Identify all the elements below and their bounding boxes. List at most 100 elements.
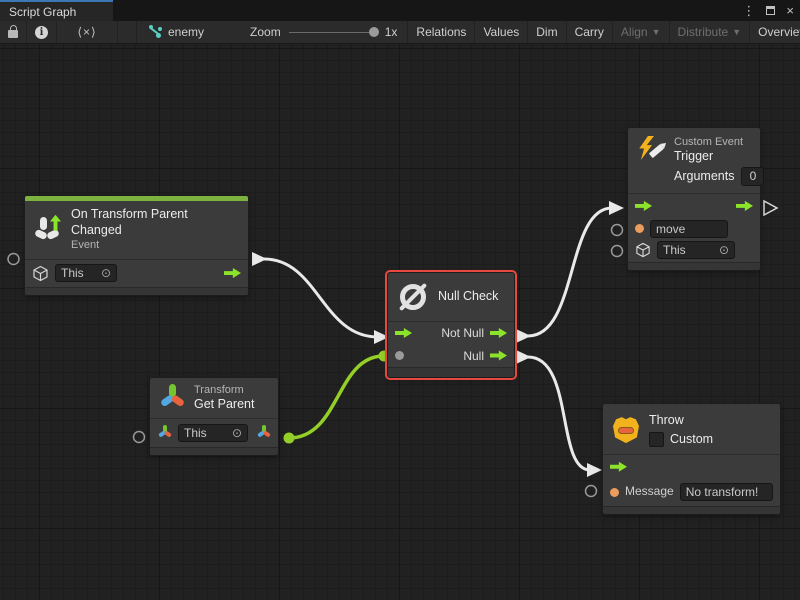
wire-start-arrow[interactable] — [252, 252, 267, 266]
window-controls: ⋮ × — [742, 0, 794, 21]
node-get-parent[interactable]: Transform Get Parent This ⊙ — [150, 378, 278, 455]
not-null-output-port[interactable] — [490, 328, 507, 339]
flow-input-port[interactable] — [610, 461, 627, 472]
node-title: Get Parent — [194, 397, 254, 413]
gameobject-cube-icon — [32, 265, 49, 282]
toolbar-spacer — [118, 21, 137, 43]
this-field[interactable]: This ⊙ — [178, 424, 248, 442]
close-icon[interactable]: × — [786, 4, 794, 17]
node-category: Custom Event — [674, 135, 764, 149]
flow-output-port[interactable] — [224, 268, 241, 279]
graph-icon — [149, 25, 163, 39]
message-label: Message — [625, 484, 674, 500]
wire-getparent-to-nullcheck[interactable] — [289, 356, 384, 438]
tab-script-graph[interactable]: Script Graph — [0, 0, 113, 21]
node-title: On Transform Parent Changed — [71, 207, 240, 238]
zoom-slider[interactable] — [289, 32, 377, 33]
null-check-icon — [396, 280, 430, 314]
wire-end-arrow — [609, 201, 624, 215]
lock-button[interactable] — [0, 21, 27, 43]
message-field[interactable]: No transform! — [680, 483, 773, 501]
arguments-label: Arguments — [674, 169, 734, 185]
node-title: Throw — [649, 413, 713, 429]
flow-output-port[interactable] — [736, 200, 753, 211]
toolbar-button-values[interactable]: Values — [474, 21, 527, 43]
custom-label: Custom — [670, 432, 713, 448]
port-ring-trigger-name[interactable] — [612, 225, 623, 236]
chevron-down-icon: ▼ — [732, 27, 741, 37]
port-ring-trigger-target[interactable] — [612, 246, 623, 257]
string-input-port[interactable] — [635, 224, 644, 233]
node-footer — [150, 447, 278, 455]
wire-notnull-to-trigger[interactable] — [528, 208, 612, 336]
node-footer — [388, 367, 514, 377]
node-footer — [628, 262, 760, 270]
wire-start-arrow[interactable] — [516, 350, 531, 364]
info-button[interactable]: i — [27, 21, 57, 43]
flow-input-port[interactable] — [395, 328, 412, 339]
lock-icon — [8, 30, 18, 38]
node-throw[interactable]: Throw Custom Message No transform! — [603, 404, 780, 514]
toolbar-button-align[interactable]: Align▼ — [612, 21, 669, 43]
toolbar-button-overview[interactable]: Overview — [749, 21, 800, 43]
throw-error-icon — [611, 415, 641, 445]
wire-end-arrow — [587, 463, 602, 477]
graph-name: enemy — [168, 25, 204, 39]
port-ring-getparent-this[interactable] — [134, 432, 145, 443]
node-null-check[interactable]: Null Check Not Null Null — [388, 273, 514, 377]
tab-title: Script Graph — [9, 5, 76, 19]
transform-input-port[interactable] — [157, 425, 172, 440]
chevron-down-icon: ▼ — [652, 27, 661, 37]
node-trigger-custom-event[interactable]: Custom Event Trigger Arguments 0 move — [628, 128, 760, 270]
toolbar-button-dim[interactable]: Dim — [527, 21, 565, 43]
this-field[interactable]: This ⊙ — [657, 241, 735, 259]
zoom-label: Zoom — [250, 25, 281, 39]
toolbar-button-carry[interactable]: Carry — [566, 21, 612, 43]
transform-output-port[interactable] — [256, 425, 271, 440]
info-icon: i — [35, 26, 48, 39]
toolbar-button-distribute[interactable]: Distribute▼ — [669, 21, 750, 43]
node-title: Null Check — [438, 289, 498, 305]
node-footer — [603, 506, 780, 514]
zoom-slider-knob[interactable] — [369, 27, 379, 37]
window-tab-bar: Script Graph ⋮ × — [0, 0, 800, 21]
wire-null-to-throw[interactable] — [528, 357, 590, 470]
node-on-transform-parent-changed[interactable]: On Transform Parent Changed Event This ⊙ — [25, 196, 248, 295]
node-title: Trigger — [674, 149, 764, 165]
not-null-label: Not Null — [441, 326, 484, 340]
event-name-field[interactable]: move — [650, 220, 728, 238]
zoom-value: 1x — [385, 25, 398, 39]
angle-brackets-icon: ⟨×⟩ — [77, 25, 96, 39]
wire-start-dot — [284, 433, 295, 444]
arguments-count-field[interactable]: 0 — [741, 167, 764, 186]
custom-checkbox[interactable] — [649, 432, 664, 447]
flow-input-port[interactable] — [635, 200, 652, 211]
node-category: Transform — [194, 383, 254, 397]
wire-end-arrow — [374, 330, 389, 344]
target-picker-icon[interactable]: ⊙ — [713, 243, 729, 257]
node-subtitle: Event — [71, 238, 240, 252]
port-ring-throw-message[interactable] — [586, 486, 597, 497]
wire-start-arrow[interactable] — [516, 329, 531, 343]
unconnected-output-port[interactable] — [764, 201, 777, 215]
target-picker-icon[interactable]: ⊙ — [95, 266, 111, 280]
null-label: Null — [463, 349, 484, 363]
node-footer — [25, 287, 248, 295]
toolbar-button-relations[interactable]: Relations — [407, 21, 474, 43]
port-ring-event-this[interactable] — [8, 254, 19, 265]
target-picker-icon[interactable]: ⊙ — [226, 426, 242, 440]
gameobject-cube-icon — [635, 242, 651, 258]
edit-graph-button[interactable]: ⟨×⟩ — [57, 21, 118, 43]
graph-canvas[interactable]: On Transform Parent Changed Event This ⊙… — [0, 44, 800, 600]
graph-breadcrumb[interactable]: enemy — [137, 21, 212, 43]
transform-event-icon — [33, 215, 63, 245]
this-field[interactable]: This ⊙ — [55, 264, 117, 282]
graph-toolbar: i ⟨×⟩ enemy Zoom 1x Relations Values Dim… — [0, 21, 800, 44]
wire-event-to-nullcheck[interactable] — [264, 259, 378, 337]
custom-event-icon — [636, 135, 666, 165]
string-input-port[interactable] — [610, 488, 619, 497]
value-input-port[interactable] — [395, 351, 404, 360]
kebab-menu-icon[interactable]: ⋮ — [742, 4, 755, 17]
null-output-port[interactable] — [490, 350, 507, 361]
maximize-icon[interactable] — [766, 6, 775, 15]
